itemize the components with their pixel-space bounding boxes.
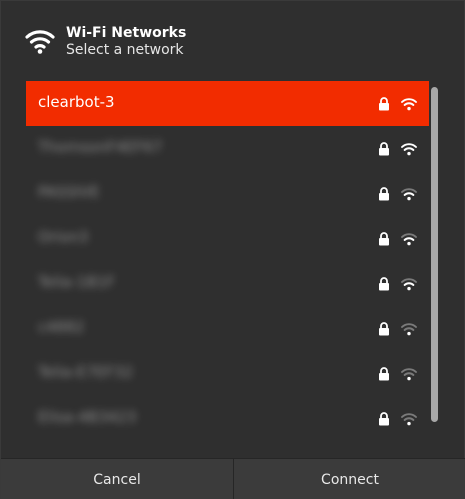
lock-icon xyxy=(378,366,390,381)
network-name: clearbot-3 xyxy=(38,93,115,111)
dialog-subtitle: Select a network xyxy=(66,42,184,58)
signal-strength-icon xyxy=(401,276,417,291)
network-row[interactable]: Elisa-4B3423 xyxy=(26,396,429,441)
network-list[interactable]: clearbot-3 ThomsonF4EF67 PASSIVE Orion3 Teli… xyxy=(26,81,429,441)
network-row[interactable]: c4882 xyxy=(26,306,429,351)
lock-icon xyxy=(378,186,390,201)
network-row[interactable]: Telia-1B1F xyxy=(26,261,429,306)
network-row[interactable]: Orion3 xyxy=(26,216,429,261)
network-name: Orion3 xyxy=(38,228,89,246)
dialog-header: Wi-Fi Networks Select a network xyxy=(1,1,465,79)
signal-strength-icon xyxy=(401,411,417,426)
wifi-icon xyxy=(25,30,55,54)
network-name: Telia-1B1F xyxy=(38,273,115,291)
network-row[interactable]: ThomsonF4EF67 xyxy=(26,126,429,171)
dialog-title: Wi-Fi Networks xyxy=(66,25,187,41)
network-name: PASSIVE xyxy=(38,183,100,201)
scrollbar[interactable] xyxy=(431,87,438,422)
network-name: c4882 xyxy=(38,318,85,336)
signal-strength-icon xyxy=(401,231,417,246)
network-name: Telia-E7EF32 xyxy=(38,363,133,381)
lock-icon xyxy=(378,141,390,156)
lock-icon xyxy=(378,276,390,291)
dialog-footer: Cancel Connect xyxy=(1,458,465,499)
wifi-dialog: Wi-Fi Networks Select a network clearbot… xyxy=(0,0,465,499)
network-row[interactable]: PASSIVE xyxy=(26,171,429,216)
signal-strength-icon xyxy=(401,141,417,156)
signal-strength-icon xyxy=(401,96,417,111)
signal-strength-icon xyxy=(401,321,417,336)
cancel-button[interactable]: Cancel xyxy=(1,459,234,499)
signal-strength-icon xyxy=(401,366,417,381)
network-name: Elisa-4B3423 xyxy=(38,408,137,426)
connect-button[interactable]: Connect xyxy=(234,459,465,499)
lock-icon xyxy=(378,321,390,336)
lock-icon xyxy=(378,411,390,426)
network-name: ThomsonF4EF67 xyxy=(38,138,163,156)
network-row[interactable]: Telia-E7EF32 xyxy=(26,351,429,396)
lock-icon xyxy=(378,96,390,111)
lock-icon xyxy=(378,231,390,246)
signal-strength-icon xyxy=(401,186,417,201)
network-row[interactable]: clearbot-3 xyxy=(26,81,429,126)
